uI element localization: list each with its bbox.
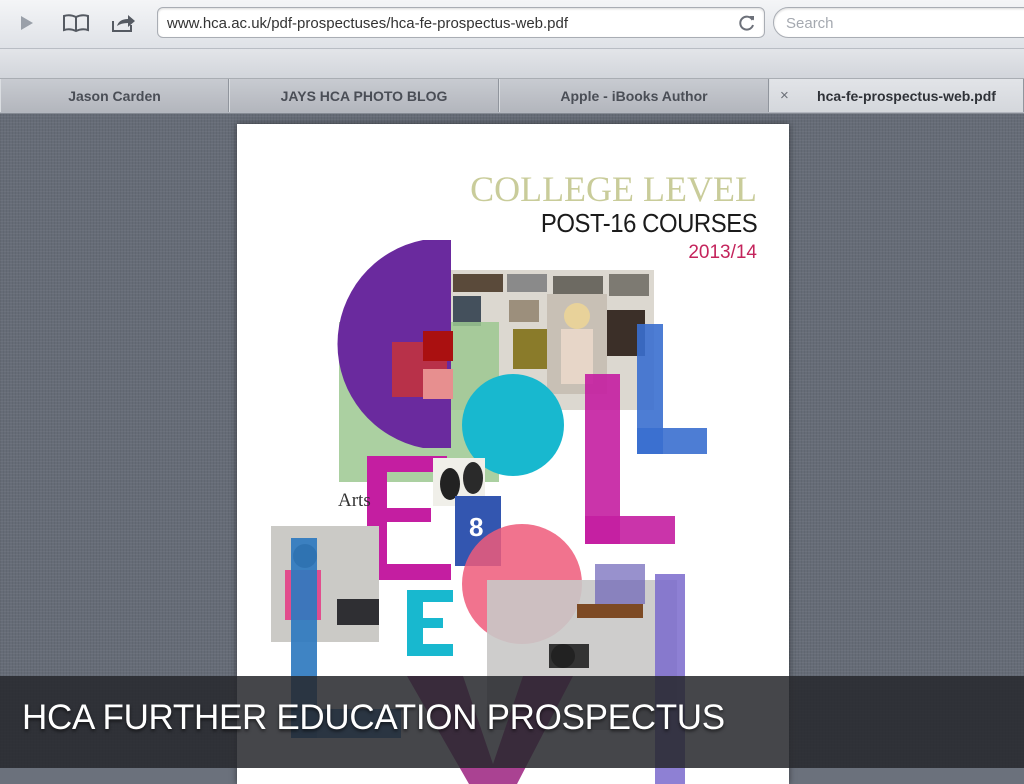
- browser-toolbar: www.hca.ac.uk/pdf-prospectuses/hca-fe-pr…: [0, 0, 1024, 49]
- search-input[interactable]: Search: [773, 7, 1024, 38]
- svg-text:8: 8: [469, 512, 483, 542]
- tab-label: JAYS HCA PHOTO BLOG: [280, 87, 448, 104]
- tab-label: Jason Carden: [68, 87, 161, 104]
- bookmarks-bar: [0, 49, 1024, 79]
- tab-label: hca-fe-prospectus-web.pdf: [817, 87, 996, 104]
- pdf-viewer[interactable]: COLLEGE LEVEL POST-16 COURSES 2013/14 8 …: [0, 114, 1024, 784]
- url-text: www.hca.ac.uk/pdf-prospectuses/hca-fe-pr…: [167, 15, 569, 32]
- url-bar[interactable]: www.hca.ac.uk/pdf-prospectuses/hca-fe-pr…: [157, 7, 765, 38]
- reload-icon[interactable]: [737, 13, 757, 33]
- tab-apple-ibooks-author[interactable]: Apple - iBooks Author: [499, 79, 769, 112]
- tab-jays-hca-photo-blog[interactable]: JAYS HCA PHOTO BLOG: [229, 79, 499, 112]
- arts-label: Arts: [338, 490, 371, 511]
- close-icon[interactable]: ×: [780, 87, 789, 104]
- tab-label: Apple - iBooks Author: [560, 87, 708, 104]
- tab-bar: Jason Carden JAYS HCA PHOTO BLOG Apple -…: [0, 79, 1024, 114]
- search-placeholder: Search: [786, 15, 834, 32]
- tab-hca-fe-prospectus[interactable]: × hca-fe-prospectus-web.pdf: [769, 79, 1024, 112]
- caption-text: HCA FURTHER EDUCATION PROSPECTUS: [22, 698, 725, 737]
- caption-bar: HCA FURTHER EDUCATION PROSPECTUS: [0, 676, 1024, 768]
- tab-jason-carden[interactable]: Jason Carden: [0, 79, 229, 112]
- play-icon[interactable]: [12, 10, 40, 36]
- share-icon[interactable]: [108, 10, 138, 36]
- bookmarks-icon[interactable]: [60, 10, 92, 36]
